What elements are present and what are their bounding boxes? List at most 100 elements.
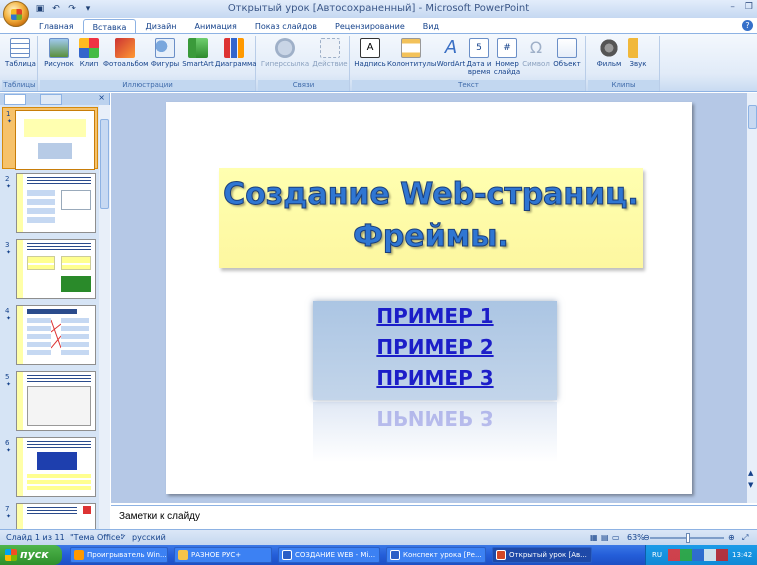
object-button[interactable]: Объект: [552, 38, 582, 68]
slide-thumbnail[interactable]: 4 ✦: [2, 305, 98, 367]
slides-tab[interactable]: [4, 94, 26, 105]
close-pane-icon[interactable]: ×: [98, 93, 105, 102]
film-reel-icon: [599, 38, 619, 58]
taskbar-button[interactable]: СОЗДАНИЕ WEB - Mi...: [278, 547, 380, 563]
thumbnail-preview: [16, 305, 96, 365]
date-time-label: Дата и время: [466, 60, 492, 76]
chart-button[interactable]: Диаграмма: [215, 38, 257, 68]
movie-button[interactable]: Фильм: [594, 38, 624, 68]
slide-scrollbar[interactable]: ▲ ▼: [746, 93, 757, 503]
thumbnail-preview: [16, 437, 96, 497]
photo-album-button[interactable]: Фотоальбом: [103, 38, 148, 68]
example-link-1[interactable]: ПРИМЕР 1: [313, 301, 557, 332]
tab-home[interactable]: Главная: [30, 19, 83, 34]
calendar-icon: 5: [469, 38, 489, 58]
language[interactable]: русский: [132, 533, 166, 542]
fit-window-icon[interactable]: ⤢: [742, 533, 748, 543]
smartart-icon: [188, 38, 208, 58]
zoom-out-icon[interactable]: ⊖: [643, 533, 650, 542]
date-time-button[interactable]: 5 Дата и время: [466, 38, 492, 76]
slide-thumbnail[interactable]: 5 ✦: [2, 371, 98, 433]
sorter-view-icon[interactable]: ▤: [601, 533, 609, 542]
restore-icon[interactable]: ❐: [745, 2, 753, 12]
table-icon: [10, 38, 30, 58]
slide-canvas[interactable]: Создание Web-страниц. Фреймы. ПРИМЕР 1 П…: [166, 102, 692, 494]
picture-button[interactable]: Рисунок: [44, 38, 74, 68]
minimize-icon[interactable]: –: [730, 2, 735, 12]
symbol-label: Символ: [522, 60, 550, 68]
language-indicator[interactable]: RU: [652, 551, 662, 559]
slide-thumbnail[interactable]: 1 ✦: [2, 107, 98, 170]
group-text: A Надпись Колонтитулы A WordArt 5 Дата и…: [352, 36, 586, 91]
tab-design[interactable]: Дизайн: [136, 19, 185, 34]
table-button[interactable]: Таблица: [5, 38, 36, 68]
slide-thumbnail[interactable]: 6 ✦: [2, 437, 98, 499]
group-label-links: Связи: [258, 80, 349, 91]
action-label: Действие: [312, 60, 348, 68]
example-link-3[interactable]: ПРИМЕР 3: [313, 363, 557, 394]
wordart-button[interactable]: A WordArt: [436, 38, 466, 69]
sound-button[interactable]: Звук: [624, 38, 652, 68]
normal-view-icon[interactable]: ▦: [590, 533, 598, 542]
slide-thumbnail[interactable]: 7 ✦: [2, 503, 98, 529]
picture-label: Рисунок: [44, 60, 74, 68]
symbol-button[interactable]: Ω Символ: [522, 38, 550, 68]
shapes-icon: [155, 38, 175, 58]
clipart-button[interactable]: Клип: [78, 38, 100, 68]
slide-thumbnail[interactable]: 2 ✦: [2, 173, 98, 235]
clipart-label: Клип: [79, 60, 99, 68]
hyperlink-button[interactable]: Гиперссылка: [260, 38, 310, 68]
example-link-2[interactable]: ПРИМЕР 2: [313, 332, 557, 363]
chart-label: Диаграмма: [215, 60, 257, 68]
textbox-icon: A: [360, 38, 380, 58]
taskbar-button-label: Открытый урок [Ав...: [509, 551, 587, 559]
tab-review[interactable]: Рецензирование: [326, 19, 414, 34]
smartart-button[interactable]: SmartArt: [182, 38, 214, 68]
notes-pane[interactable]: Заметки к слайду: [111, 505, 757, 529]
slide-number: 3: [5, 241, 10, 249]
start-label: пуск: [20, 548, 49, 561]
taskbar-button[interactable]: Конспект урока [Ре...: [386, 547, 486, 563]
group-media: Фильм Звук Клипы мультимедиа: [588, 36, 660, 100]
smartart-label: SmartArt: [182, 60, 214, 68]
tab-slideshow[interactable]: Показ слайдов: [246, 19, 326, 34]
zoom-in-icon[interactable]: ⊕: [728, 533, 735, 542]
shapes-button[interactable]: Фигуры: [150, 38, 180, 68]
group-label-text: Текст: [352, 80, 585, 91]
slide-number-button[interactable]: # Номер слайда: [493, 38, 521, 76]
next-slide-icon[interactable]: ▼: [748, 481, 753, 489]
slideshow-view-icon[interactable]: ▭: [612, 533, 620, 542]
tab-view[interactable]: Вид: [414, 19, 448, 34]
tab-insert[interactable]: Вставка: [82, 19, 137, 34]
spellcheck-icon[interactable]: ✓: [120, 533, 127, 542]
prev-slide-icon[interactable]: ▲: [748, 469, 753, 477]
scrollbar-thumb[interactable]: [748, 105, 757, 129]
start-button[interactable]: пуск: [0, 545, 62, 565]
slide-title-box[interactable]: Создание Web-страниц. Фреймы.: [219, 168, 643, 268]
scrollbar-thumb[interactable]: [100, 119, 109, 209]
office-button[interactable]: [3, 1, 29, 27]
animation-star-icon: ✦: [6, 183, 12, 190]
system-tray: RU 13:42: [645, 545, 757, 565]
tab-animation[interactable]: Анимация: [186, 19, 246, 34]
taskbar-button[interactable]: Проигрыватель Win...: [70, 547, 168, 563]
slide-thumbnail[interactable]: 3 ✦: [2, 239, 98, 301]
header-footer-button[interactable]: Колонтитулы: [387, 38, 436, 68]
window-title: Открытый урок [Автосохраненный] - Micros…: [227, 3, 530, 14]
thumbnails-scrollbar[interactable]: [99, 105, 110, 529]
taskbar-button[interactable]: РАЗНОЕ РУС+: [174, 547, 272, 563]
textbox-button[interactable]: A Надпись: [354, 38, 386, 68]
media-player-icon: [74, 550, 84, 560]
object-icon: [557, 38, 577, 58]
outline-tab[interactable]: [40, 94, 62, 105]
action-button[interactable]: Действие: [312, 38, 348, 68]
help-icon[interactable]: ?: [742, 20, 753, 31]
slide-title-line1: Создание Web-страниц.: [223, 177, 640, 213]
zoom-slider-knob[interactable]: [686, 533, 690, 543]
group-tables: Таблица Таблицы: [2, 36, 38, 91]
taskbar-button-label: Конспект урока [Ре...: [403, 551, 482, 559]
taskbar-button-active[interactable]: Открытый урок [Ав...: [492, 547, 592, 563]
tray-icons[interactable]: [668, 549, 728, 561]
slide-editor: Создание Web-страниц. Фреймы. ПРИМЕР 1 П…: [111, 93, 746, 503]
clock: 13:42: [732, 551, 753, 559]
